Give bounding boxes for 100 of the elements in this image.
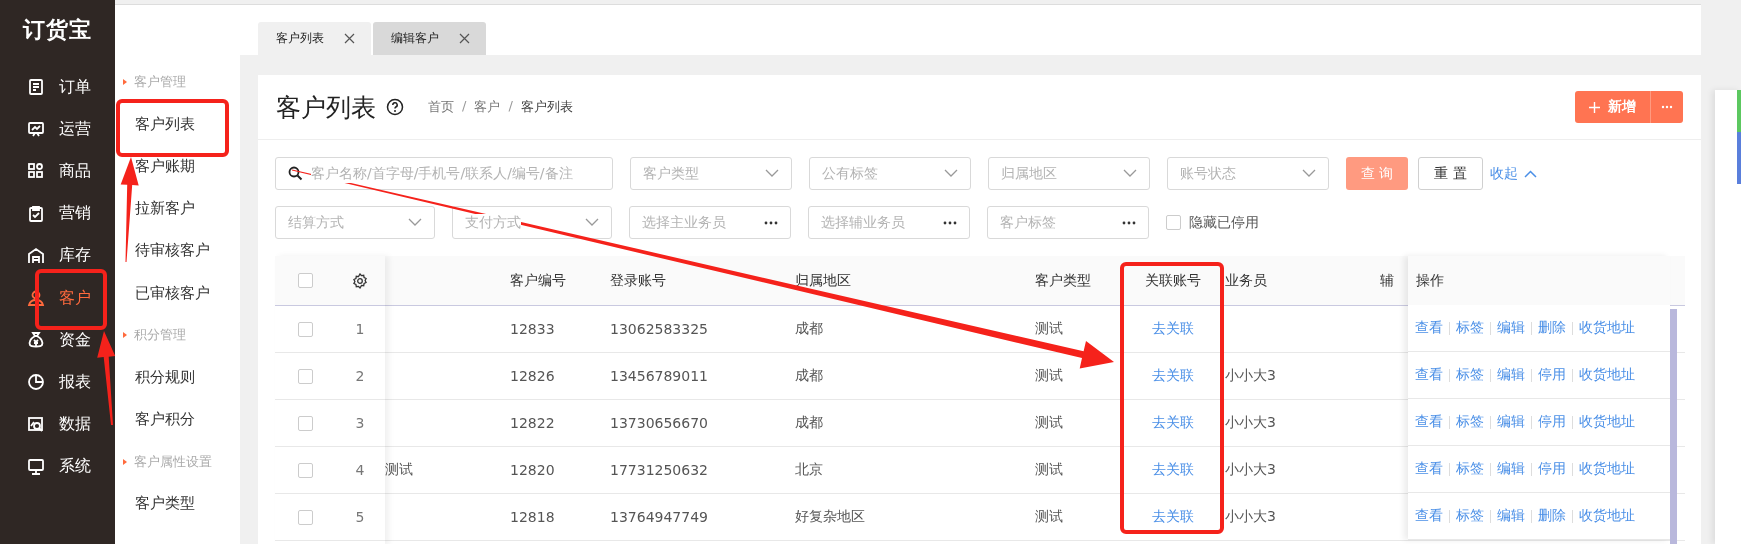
table-cell: 成都 bbox=[795, 320, 823, 338]
picker-field[interactable]: 客户标签 bbox=[987, 206, 1149, 239]
action-link[interactable]: 收货地址 bbox=[1579, 366, 1635, 384]
submenu-item[interactable]: 待审核客户 bbox=[115, 229, 240, 272]
checkbox-label: 隐藏已停用 bbox=[1189, 213, 1259, 232]
submenu-item[interactable]: 客户列表 bbox=[115, 103, 240, 146]
column-header: 业务员 bbox=[1225, 271, 1267, 290]
action-link[interactable]: 删除 bbox=[1538, 319, 1566, 337]
breadcrumb-item[interactable]: 首页 bbox=[428, 98, 454, 116]
menu-group-title: 客户管理 bbox=[134, 73, 186, 92]
collapse-link[interactable]: 收起 bbox=[1489, 164, 1537, 183]
help-icon[interactable] bbox=[386, 98, 404, 116]
nav-item[interactable]: 运营 bbox=[0, 108, 115, 151]
submenu-item[interactable]: 积分规则 bbox=[115, 356, 240, 399]
scrollbar[interactable] bbox=[1670, 309, 1677, 544]
action-link[interactable]: 标签 bbox=[1456, 413, 1484, 431]
table-cell: 13456789011 bbox=[610, 368, 708, 384]
person-icon bbox=[27, 289, 45, 308]
settings-icon[interactable] bbox=[352, 272, 368, 289]
chevron-down-icon bbox=[408, 218, 422, 227]
checkbox[interactable] bbox=[297, 321, 313, 337]
nav-item[interactable]: 客户 bbox=[0, 276, 115, 320]
action-link[interactable]: 标签 bbox=[1456, 507, 1484, 525]
action-link[interactable]: 停用 bbox=[1538, 460, 1566, 478]
checkbox[interactable] bbox=[297, 462, 313, 478]
reset-button[interactable]: 重 置 bbox=[1418, 157, 1483, 190]
select-field[interactable]: 结算方式 bbox=[275, 206, 435, 239]
picker-field[interactable]: 选择主业务员 bbox=[629, 206, 791, 239]
nav-item[interactable]: 系统 bbox=[0, 445, 115, 488]
page-title: 客户列表 bbox=[276, 91, 376, 124]
action-link[interactable]: 收货地址 bbox=[1579, 413, 1635, 431]
checkbox[interactable] bbox=[1166, 215, 1181, 230]
submenu-item[interactable]: 客户账期 bbox=[115, 145, 240, 188]
add-button[interactable]: 新增 bbox=[1575, 98, 1650, 116]
checkbox[interactable] bbox=[297, 368, 313, 384]
link[interactable]: 去关联 bbox=[1151, 367, 1194, 385]
checkbox[interactable] bbox=[297, 415, 313, 431]
select-field[interactable]: 公有标签 bbox=[809, 157, 971, 190]
tab[interactable]: 编辑客户 bbox=[373, 22, 486, 55]
chevron-down-icon bbox=[1123, 169, 1137, 178]
column-header: 归属地区 bbox=[795, 271, 851, 290]
action-link[interactable]: 编辑 bbox=[1497, 366, 1525, 384]
action-link[interactable]: 查看 bbox=[1415, 507, 1443, 525]
nav-item[interactable]: 订单 bbox=[0, 66, 115, 109]
action-link[interactable]: 查看 bbox=[1415, 460, 1443, 478]
link[interactable]: 去关联 bbox=[1151, 414, 1194, 432]
nav-item[interactable]: 资金 bbox=[0, 319, 115, 362]
breadcrumb-item[interactable]: 客户 bbox=[474, 98, 501, 116]
submenu-item[interactable]: 客户类型 bbox=[115, 482, 240, 526]
select-field[interactable]: 客户类型 bbox=[630, 157, 792, 190]
link[interactable]: 去关联 bbox=[1151, 461, 1194, 479]
action-link[interactable]: 查看 bbox=[1415, 366, 1443, 384]
action-link[interactable]: 标签 bbox=[1456, 460, 1484, 478]
action-link[interactable]: 编辑 bbox=[1497, 507, 1525, 525]
chevron-up-icon bbox=[1523, 169, 1537, 178]
checkbox[interactable] bbox=[297, 509, 313, 525]
query-button[interactable]: 查 询 bbox=[1346, 157, 1409, 190]
action-link[interactable]: 删除 bbox=[1538, 507, 1566, 525]
action-link[interactable]: 收货地址 bbox=[1579, 460, 1635, 478]
submenu-item[interactable]: 客户积分 bbox=[115, 398, 240, 441]
separator: / bbox=[462, 98, 467, 115]
action-link[interactable]: 停用 bbox=[1538, 366, 1566, 384]
action-link[interactable]: 查看 bbox=[1415, 319, 1443, 337]
column-header: 客户编号 bbox=[510, 271, 566, 290]
row-number: 3 bbox=[355, 415, 365, 431]
nav-item[interactable]: 数据 bbox=[0, 403, 115, 446]
nav-item[interactable]: 商品 bbox=[0, 150, 115, 193]
column-header: 关联账号 bbox=[1144, 271, 1201, 290]
link[interactable]: 去关联 bbox=[1151, 320, 1194, 338]
action-link[interactable]: 编辑 bbox=[1497, 460, 1525, 478]
action-link[interactable]: 停用 bbox=[1538, 413, 1566, 431]
action-link[interactable]: 编辑 bbox=[1497, 319, 1525, 337]
action-link[interactable]: 标签 bbox=[1456, 366, 1484, 384]
table-cell: 好复杂地区 bbox=[795, 508, 865, 526]
table-cell: 13062583325 bbox=[610, 321, 708, 337]
search-icon bbox=[288, 166, 303, 181]
table-cell: 小小大3 bbox=[1225, 367, 1276, 385]
select-field[interactable]: 归属地区 bbox=[988, 157, 1150, 190]
nav-item[interactable]: 营销 bbox=[0, 192, 115, 235]
table-cell: 成都 bbox=[795, 414, 823, 432]
search-field[interactable]: 客户名称/首字母/手机号/联系人/编号/备注 bbox=[275, 157, 613, 190]
action-link[interactable]: 收货地址 bbox=[1579, 507, 1635, 525]
close-icon[interactable] bbox=[459, 33, 470, 44]
nav-item[interactable]: 库存 bbox=[0, 234, 115, 277]
close-icon[interactable] bbox=[344, 33, 355, 44]
nav-item[interactable]: 报表 bbox=[0, 361, 115, 404]
action-link[interactable]: 收货地址 bbox=[1579, 319, 1635, 337]
tab[interactable]: 客户列表 bbox=[258, 22, 371, 55]
select-field[interactable]: 账号状态 bbox=[1167, 157, 1329, 190]
action-link[interactable]: 编辑 bbox=[1497, 413, 1525, 431]
checkbox[interactable] bbox=[297, 273, 313, 288]
picker-field[interactable]: 选择辅业务员 bbox=[808, 206, 970, 239]
link[interactable]: 去关联 bbox=[1151, 508, 1194, 526]
triangle-icon bbox=[123, 79, 127, 86]
row-number: 1 bbox=[355, 321, 365, 337]
submenu-item[interactable]: 拉新客户 bbox=[115, 187, 240, 230]
action-link[interactable]: 标签 bbox=[1456, 319, 1484, 337]
submenu-item[interactable]: 已审核客户 bbox=[115, 271, 240, 315]
grid-icon bbox=[27, 162, 45, 181]
action-link[interactable]: 查看 bbox=[1415, 413, 1443, 431]
